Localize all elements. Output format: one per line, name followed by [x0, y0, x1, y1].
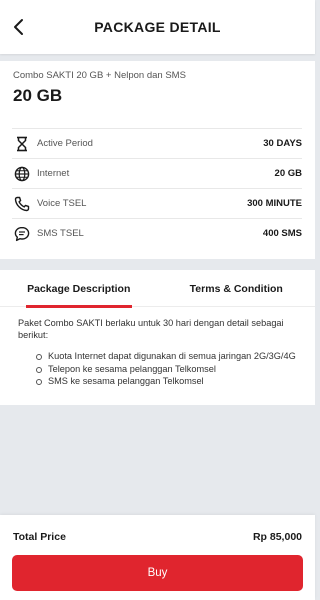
detail-label: SMS TSEL: [37, 228, 84, 239]
detail-label: Internet: [37, 168, 70, 179]
detail-value: 20 GB: [274, 168, 302, 179]
package-quota: 20 GB: [13, 86, 63, 105]
tab-terms-condition[interactable]: Terms & Condition: [158, 270, 316, 307]
header: PACKAGE DETAIL: [0, 0, 315, 54]
buy-button[interactable]: Buy: [12, 555, 303, 591]
checkout-bar: Total Price Rp 85,000 Buy: [0, 515, 315, 600]
globe-icon: [12, 164, 32, 184]
tabs-area: Package Description Terms & Condition Pa…: [0, 270, 315, 405]
description-list: Kuota Internet dapat digunakan di semua …: [36, 351, 308, 388]
list-item: SMS ke sesama pelanggan Telkomsel: [36, 376, 308, 388]
detail-value: 300 MINUTE: [247, 198, 302, 209]
detail-row-active-period: Active Period 30 DAYS: [12, 128, 302, 158]
hourglass-icon: [12, 134, 32, 154]
detail-row-sms: SMS TSEL 400 SMS: [12, 218, 302, 248]
detail-label: Voice TSEL: [37, 198, 87, 209]
tab-package-description[interactable]: Package Description: [0, 270, 158, 308]
chevron-left-icon[interactable]: [12, 18, 26, 36]
package-description: Paket Combo SAKTI berlaku untuk 30 hari …: [18, 318, 308, 389]
total-price-label: Total Price: [13, 531, 66, 543]
package-card: Combo SAKTI 20 GB + Nelpon dan SMS 20 GB…: [0, 61, 315, 259]
detail-value: 30 DAYS: [263, 138, 302, 149]
message-icon: [12, 224, 32, 244]
page-title: PACKAGE DETAIL: [94, 19, 221, 35]
package-name: Combo SAKTI 20 GB + Nelpon dan SMS: [13, 70, 186, 81]
total-price-value: Rp 85,000: [252, 531, 302, 543]
back-button[interactable]: [8, 16, 30, 38]
detail-value: 400 SMS: [262, 228, 302, 239]
list-item: Kuota Internet dapat digunakan di semua …: [36, 351, 308, 363]
list-item: Telepon ke sesama pelanggan Telkomsel: [36, 364, 308, 376]
description-intro: Paket Combo SAKTI berlaku untuk 30 hari …: [18, 318, 284, 340]
page: PACKAGE DETAIL Combo SAKTI 20 GB + Nelpo…: [0, 0, 315, 600]
phone-icon: [12, 194, 32, 214]
tab-bar: Package Description Terms & Condition: [0, 270, 316, 308]
detail-row-voice: Voice TSEL 300 MINUTE: [12, 188, 302, 218]
detail-label: Active Period: [37, 138, 93, 149]
detail-row-internet: Internet 20 GB: [12, 158, 302, 188]
